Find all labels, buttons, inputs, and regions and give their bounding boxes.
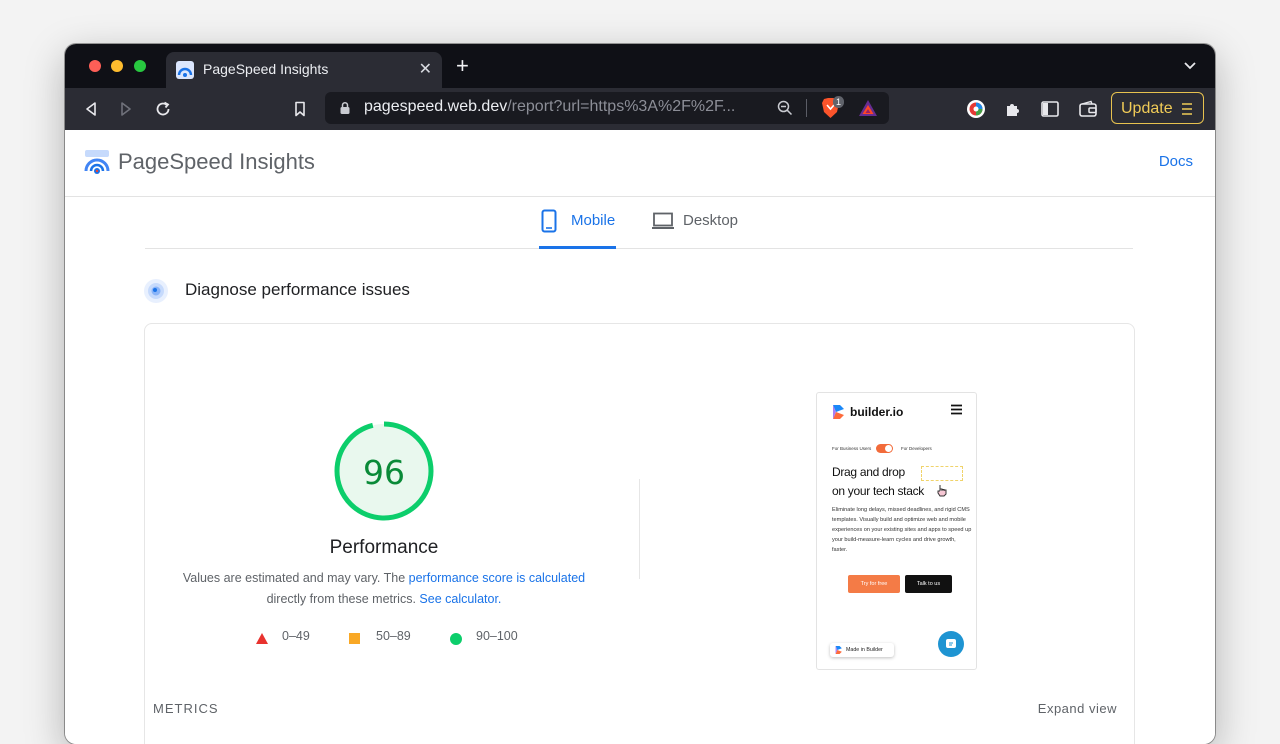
phone-icon: [541, 209, 557, 233]
laptop-icon: [651, 212, 675, 230]
pass-circle-icon: [450, 633, 462, 645]
url-text: pagespeed.web.dev/report?url=https%3A%2F…: [364, 98, 735, 116]
new-tab-button[interactable]: +: [456, 55, 469, 77]
rewards-icon[interactable]: [858, 99, 878, 117]
try-for-free-button: Try for free: [848, 575, 900, 593]
toggle-right-label: For Developers: [901, 446, 932, 451]
menu-icon: [1181, 102, 1193, 116]
diagnose-icon: [143, 278, 169, 304]
hand-cursor-icon: [936, 484, 948, 497]
browser-tab[interactable]: PageSpeed Insights ✕: [166, 52, 442, 88]
pagespeed-favicon-icon: [176, 61, 194, 79]
browser-toolbar: pagespeed.web.dev/report?url=https%3A%2F…: [65, 88, 1215, 130]
headline-line2: on your tech stack: [832, 484, 924, 498]
reload-icon[interactable]: [154, 100, 172, 118]
drag-placeholder: [921, 466, 963, 481]
see-calculator-link[interactable]: See calculator.: [419, 592, 501, 606]
page-screenshot: builder.io For Business Users For Develo…: [816, 392, 977, 670]
forward-icon[interactable]: [117, 100, 135, 118]
legend-pass: 90–100: [476, 629, 518, 643]
shields-count-badge: 1: [833, 96, 844, 108]
builder-brand: builder.io: [850, 405, 903, 419]
desc-prefix: Values are estimated and may vary. The: [183, 571, 409, 585]
tab-title: PageSpeed Insights: [203, 61, 328, 77]
vertical-divider: [639, 479, 640, 579]
fail-triangle-icon: [256, 633, 268, 644]
lock-icon: [339, 101, 351, 115]
toggle-left-label: For Business Users: [832, 446, 871, 451]
address-bar-divider: [806, 99, 807, 117]
psi-title[interactable]: PageSpeed Insights: [118, 149, 315, 175]
extensions-puzzle-icon[interactable]: [1003, 99, 1023, 119]
tab-mobile-label: Mobile: [571, 212, 615, 229]
back-icon[interactable]: [82, 100, 100, 118]
browser-window: PageSpeed Insights ✕ + pagespeed.web.dev…: [65, 44, 1215, 744]
hamburger-icon: [951, 404, 962, 415]
builder-logo-icon: [832, 405, 846, 419]
psi-header: PageSpeed Insights Docs: [65, 130, 1215, 197]
performance-description: Values are estimated and may vary. The p…: [175, 568, 593, 610]
tab-strip: PageSpeed Insights ✕ +: [65, 44, 1215, 88]
performance-score: 96: [332, 453, 436, 492]
desc-middle: directly from these metrics.: [267, 592, 420, 606]
wallet-icon[interactable]: [1078, 99, 1098, 119]
legend-fail: 0–49: [282, 629, 310, 643]
made-in-builder-badge: Made in Builder: [830, 643, 894, 657]
expand-view-button[interactable]: Expand view: [1038, 701, 1117, 716]
bookmark-icon[interactable]: [291, 100, 309, 118]
tab-close-icon[interactable]: ✕: [419, 59, 432, 79]
chat-bubble-icon: [938, 631, 964, 657]
update-label: Update: [1121, 100, 1173, 118]
tab-desktop-label: Desktop: [683, 212, 738, 229]
maximize-window-button[interactable]: [134, 60, 146, 72]
minimize-window-button[interactable]: [111, 60, 123, 72]
performance-card: 96 Performance Values are estimated and …: [144, 323, 1135, 744]
tab-desktop[interactable]: Desktop: [651, 196, 749, 246]
close-window-button[interactable]: [89, 60, 101, 72]
headline-line1: Drag and drop: [832, 465, 905, 479]
device-tabs: Mobile Desktop: [145, 196, 1133, 249]
extension-profile-icon[interactable]: [966, 99, 986, 119]
sidebar-icon[interactable]: [1040, 99, 1060, 119]
docs-link[interactable]: Docs: [1159, 153, 1193, 170]
builder-mini-logo-icon: [835, 646, 843, 654]
audience-toggle: [876, 444, 893, 453]
legend-average: 50–89: [376, 629, 411, 643]
page-content: PageSpeed Insights Docs Mobile Desktop D…: [65, 130, 1215, 744]
address-bar[interactable]: pagespeed.web.dev/report?url=https%3A%2F…: [325, 92, 889, 124]
average-square-icon: [349, 633, 360, 644]
screenshot-body: Eliminate long delays, missed deadlines,…: [832, 505, 972, 555]
made-in-builder-label: Made in Builder: [846, 647, 883, 653]
pagespeed-logo-icon[interactable]: [84, 149, 110, 175]
url-path: /report?url=https%3A%2F%2F...: [507, 98, 735, 115]
zoom-out-icon[interactable]: [777, 100, 793, 116]
section-title: Diagnose performance issues: [185, 280, 410, 300]
update-button[interactable]: Update: [1111, 92, 1204, 124]
score-calc-link[interactable]: performance score is calculated: [409, 571, 585, 585]
performance-label: Performance: [283, 537, 485, 559]
url-host: pagespeed.web.dev: [364, 98, 507, 115]
tab-mobile[interactable]: Mobile: [539, 196, 616, 249]
metrics-heading: METRICS: [153, 701, 219, 716]
chevron-down-icon[interactable]: [1183, 59, 1197, 73]
talk-to-us-button: Talk to us: [905, 575, 952, 593]
